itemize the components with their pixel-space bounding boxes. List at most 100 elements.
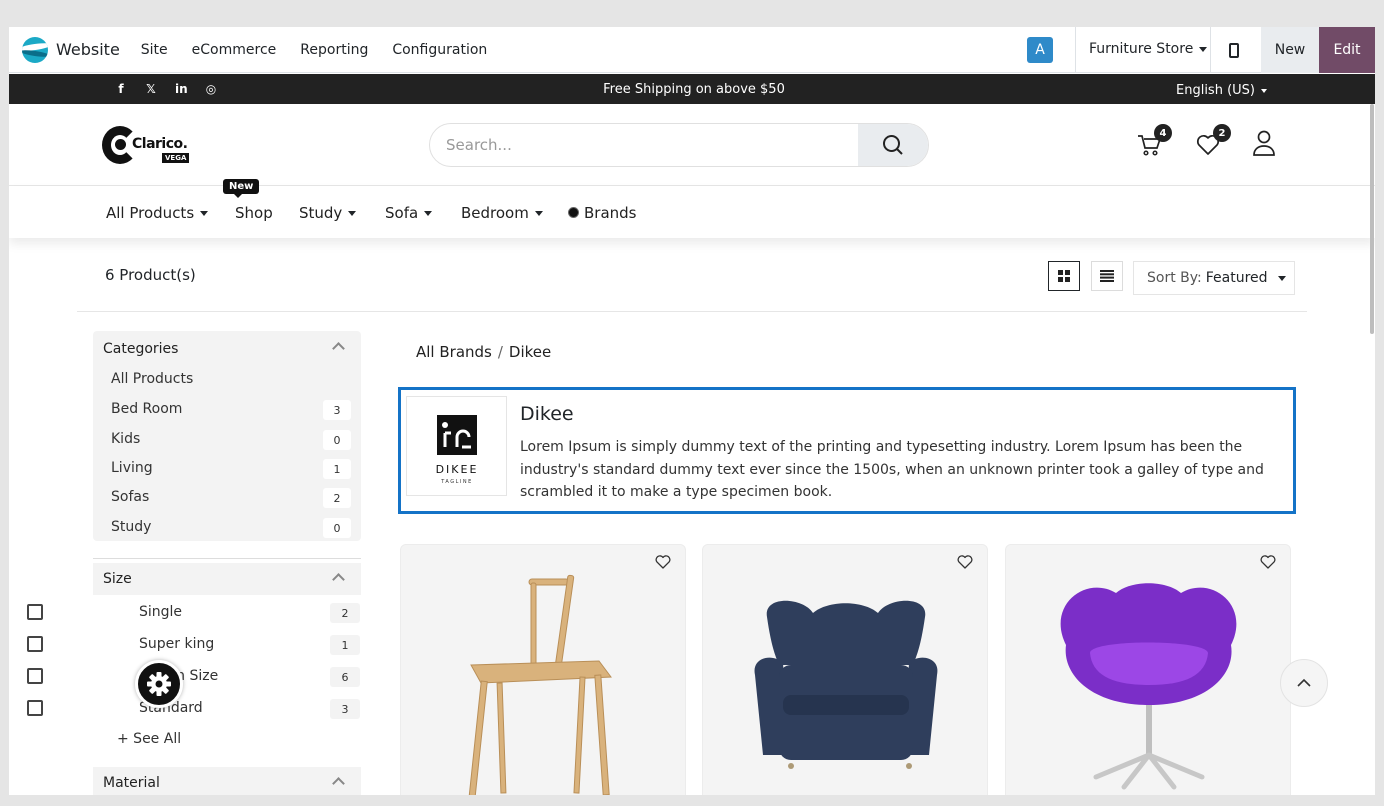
nav-label: Brands xyxy=(584,204,637,222)
logo-name: Clarico. xyxy=(132,136,188,152)
nav-sofa[interactable]: Sofa xyxy=(385,204,433,222)
wooden-chair-image xyxy=(468,574,612,795)
app-name[interactable]: Website xyxy=(56,40,120,59)
chevron-up-icon[interactable] xyxy=(332,573,345,586)
nav-study[interactable]: Study xyxy=(299,204,357,222)
caret-down-icon xyxy=(200,211,209,216)
size-checkbox-single[interactable] xyxy=(27,604,43,620)
category-study[interactable]: Study 0 xyxy=(111,518,351,538)
logo-tagline: TAGLINE xyxy=(440,479,473,485)
language-selector[interactable]: English (US) xyxy=(1176,83,1267,98)
category-count: 1 xyxy=(323,459,351,479)
translate-avatar-button[interactable]: A xyxy=(1027,37,1053,63)
menu-site[interactable]: Site xyxy=(141,42,168,58)
size-checkbox-queen-size[interactable] xyxy=(27,668,43,684)
new-button[interactable]: New xyxy=(1261,27,1319,73)
toolbar-divider xyxy=(77,311,1307,312)
sort-label: Sort By: xyxy=(1147,270,1202,286)
caret-down-icon xyxy=(1277,275,1286,281)
grid-view-button[interactable] xyxy=(1048,261,1080,291)
website-app-icon[interactable] xyxy=(22,36,48,63)
store-selector[interactable]: Furniture Store xyxy=(1089,41,1208,57)
caret-down-icon xyxy=(1260,88,1267,93)
nav-bedroom[interactable]: Bedroom xyxy=(461,204,543,222)
product-count: 6 Product(s) xyxy=(105,266,196,284)
main-nav: All Products New Shop Study Sofa Bedroom… xyxy=(9,179,1375,238)
account-button[interactable] xyxy=(1252,129,1280,157)
logo-text: DIKEE xyxy=(436,463,479,476)
categories-title[interactable]: Categories xyxy=(103,341,178,357)
purple-swivel-chair-image xyxy=(1060,583,1237,790)
menu-ecommerce[interactable]: eCommerce xyxy=(192,42,277,58)
nav-shop[interactable]: Shop xyxy=(235,204,273,222)
nav-brands[interactable]: Brands xyxy=(568,204,637,222)
category-label: Kids xyxy=(111,431,141,447)
sort-dropdown[interactable]: Sort By: Featured xyxy=(1133,261,1295,295)
size-header: Size xyxy=(93,563,361,595)
search-input[interactable] xyxy=(446,124,856,166)
category-living[interactable]: Living 1 xyxy=(111,459,351,479)
page-scrollbar[interactable] xyxy=(1370,104,1374,334)
promo-bar: f 𝕏 in ◎ Free Shipping on above $50 Engl… xyxy=(9,74,1375,104)
language-label: English (US) xyxy=(1176,83,1255,98)
settings-button[interactable] xyxy=(135,660,183,708)
brands-dot-icon xyxy=(568,207,579,218)
material-title[interactable]: Material xyxy=(103,775,160,791)
edit-button[interactable]: Edit xyxy=(1319,27,1375,73)
chevron-up-icon[interactable] xyxy=(332,777,345,790)
odoo-menu: Site eCommerce Reporting Configuration xyxy=(141,42,512,58)
promo-text: Free Shipping on above $50 xyxy=(603,82,785,97)
category-label: All Products xyxy=(111,371,194,387)
category-label: Living xyxy=(111,460,153,476)
category-bed-room[interactable]: Bed Room 3 xyxy=(111,400,351,420)
caret-down-icon xyxy=(424,211,433,216)
size-checkbox-standard[interactable] xyxy=(27,700,43,716)
list-icon xyxy=(1100,270,1114,282)
category-label: Study xyxy=(111,519,152,535)
wishlist-count-badge: 2 xyxy=(1213,124,1231,142)
wishlist-heart-icon[interactable] xyxy=(1260,555,1276,569)
category-count: 0 xyxy=(323,518,351,538)
store-name: Furniture Store xyxy=(1089,41,1194,57)
product-card[interactable] xyxy=(1005,544,1291,795)
category-count: 3 xyxy=(323,400,351,420)
browser-page: Website Site eCommerce Reporting Configu… xyxy=(9,27,1375,795)
clarico-logo[interactable]: Clarico. VEGA xyxy=(102,126,197,166)
divider xyxy=(1210,27,1211,73)
search-button[interactable] xyxy=(858,124,928,166)
caret-down-icon xyxy=(348,211,357,216)
wishlist-button[interactable]: 2 xyxy=(1195,124,1231,160)
wishlist-heart-icon[interactable] xyxy=(655,555,671,569)
menu-configuration[interactable]: Configuration xyxy=(392,42,487,58)
list-view-button[interactable] xyxy=(1091,261,1123,291)
wishlist-heart-icon[interactable] xyxy=(957,555,973,569)
see-all-link[interactable]: + See All xyxy=(117,731,181,747)
breadcrumb: All Brands / Dikee xyxy=(416,343,551,361)
size-count: 1 xyxy=(330,635,360,655)
scroll-to-top-button[interactable] xyxy=(1280,659,1328,707)
menu-reporting[interactable]: Reporting xyxy=(300,42,368,58)
category-kids[interactable]: Kids 0 xyxy=(111,430,351,450)
product-card[interactable] xyxy=(400,544,686,795)
nav-label: All Products xyxy=(106,204,195,222)
mobile-preview-icon[interactable] xyxy=(1229,43,1239,58)
category-label: Bed Room xyxy=(111,401,183,417)
chevron-up-icon[interactable] xyxy=(332,342,345,355)
product-card[interactable] xyxy=(702,544,988,795)
caret-down-icon xyxy=(534,211,543,216)
cart-button[interactable]: 4 xyxy=(1136,124,1172,160)
category-sofas[interactable]: Sofas 2 xyxy=(111,488,351,508)
odoo-top-bar: Website Site eCommerce Reporting Configu… xyxy=(9,27,1375,73)
search-bar xyxy=(429,123,929,167)
sort-value: Featured xyxy=(1205,270,1268,286)
size-label[interactable]: Super king xyxy=(139,636,214,652)
grid-icon xyxy=(1058,270,1070,282)
size-title[interactable]: Size xyxy=(103,571,132,587)
size-checkbox-super-king[interactable] xyxy=(27,636,43,652)
nav-label: Sofa xyxy=(385,204,419,222)
size-label[interactable]: Single xyxy=(139,604,182,620)
brand-description: Lorem Ipsum is simply dummy text of the … xyxy=(520,439,1264,500)
nav-all-products[interactable]: All Products xyxy=(106,204,209,222)
breadcrumb-all-brands[interactable]: All Brands xyxy=(416,343,492,361)
category-all-products[interactable]: All Products xyxy=(111,371,351,387)
